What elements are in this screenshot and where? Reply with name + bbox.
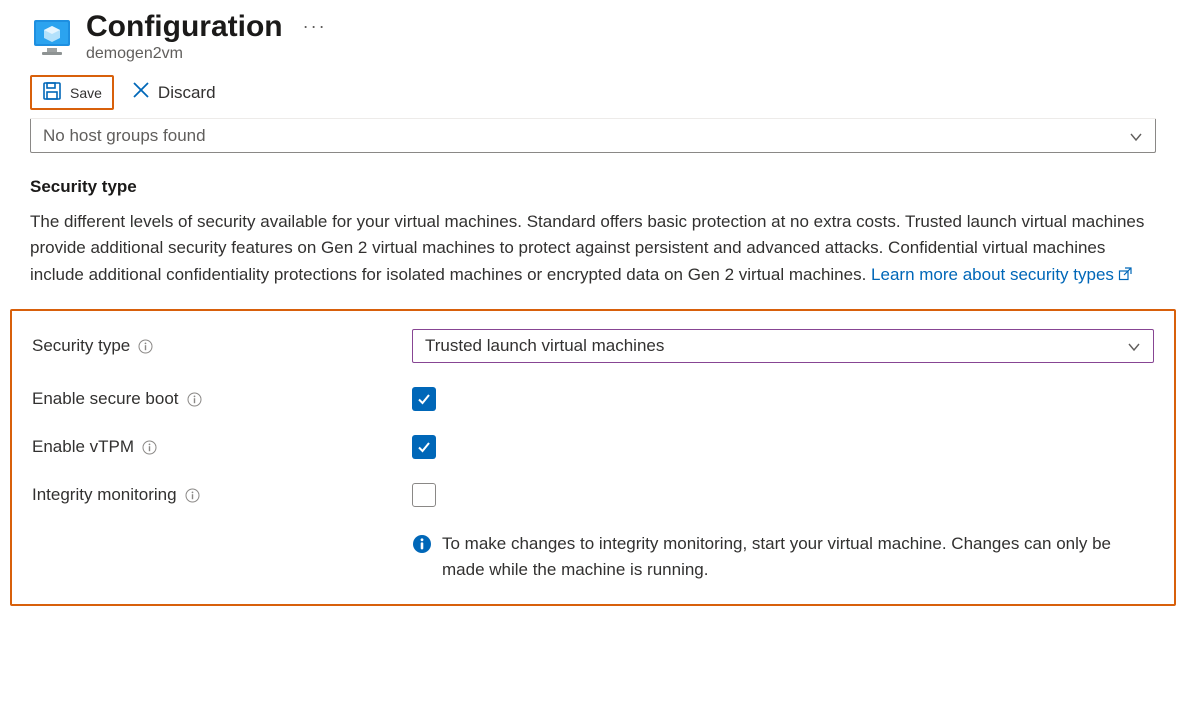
- integrity-info-row: To make changes to integrity monitoring,…: [412, 531, 1154, 582]
- security-type-row: Security type Trusted launch virtual mac…: [32, 329, 1154, 363]
- close-icon: [132, 81, 150, 104]
- info-icon[interactable]: [138, 339, 153, 354]
- security-type-heading: Security type: [30, 177, 1156, 197]
- discard-button-label: Discard: [158, 83, 216, 103]
- save-icon: [42, 81, 62, 104]
- integrity-monitoring-checkbox[interactable]: [412, 483, 436, 507]
- info-icon[interactable]: [142, 440, 157, 455]
- integrity-monitoring-label: Integrity monitoring: [32, 485, 412, 505]
- vtpm-row: Enable vTPM: [32, 435, 1154, 459]
- security-settings-panel: Security type Trusted launch virtual mac…: [10, 309, 1176, 606]
- security-type-description: The different levels of security availab…: [30, 209, 1150, 289]
- vtpm-label: Enable vTPM: [32, 437, 412, 457]
- host-group-placeholder: No host groups found: [43, 126, 206, 146]
- save-button[interactable]: Save: [30, 75, 114, 110]
- info-icon[interactable]: [187, 392, 202, 407]
- security-type-label: Security type: [32, 336, 412, 356]
- chevron-down-icon: [1129, 129, 1143, 143]
- page-header: Configuration ··· demogen2vm: [0, 0, 1186, 63]
- integrity-info-text: To make changes to integrity monitoring,…: [442, 531, 1122, 582]
- vtpm-checkbox[interactable]: [412, 435, 436, 459]
- command-bar: Save Discard: [0, 67, 1186, 118]
- secure-boot-checkbox[interactable]: [412, 387, 436, 411]
- chevron-down-icon: [1127, 339, 1141, 353]
- vm-resource-icon: [30, 16, 74, 60]
- save-button-label: Save: [70, 85, 102, 101]
- resource-subtitle: demogen2vm: [86, 45, 327, 63]
- learn-more-link[interactable]: Learn more about security types: [871, 265, 1132, 284]
- secure-boot-label: Enable secure boot: [32, 389, 412, 409]
- host-group-select[interactable]: No host groups found: [30, 119, 1156, 153]
- page-title: Configuration: [86, 10, 283, 43]
- more-actions-icon[interactable]: ···: [303, 16, 327, 37]
- external-link-icon: [1118, 263, 1132, 289]
- secure-boot-row: Enable secure boot: [32, 387, 1154, 411]
- security-type-section: Security type The different levels of se…: [0, 153, 1186, 289]
- info-badge-icon: [412, 534, 432, 554]
- info-icon[interactable]: [185, 488, 200, 503]
- security-type-select[interactable]: Trusted launch virtual machines: [412, 329, 1154, 363]
- discard-button[interactable]: Discard: [122, 77, 226, 108]
- security-type-value: Trusted launch virtual machines: [425, 336, 664, 356]
- integrity-monitoring-row: Integrity monitoring: [32, 483, 1154, 507]
